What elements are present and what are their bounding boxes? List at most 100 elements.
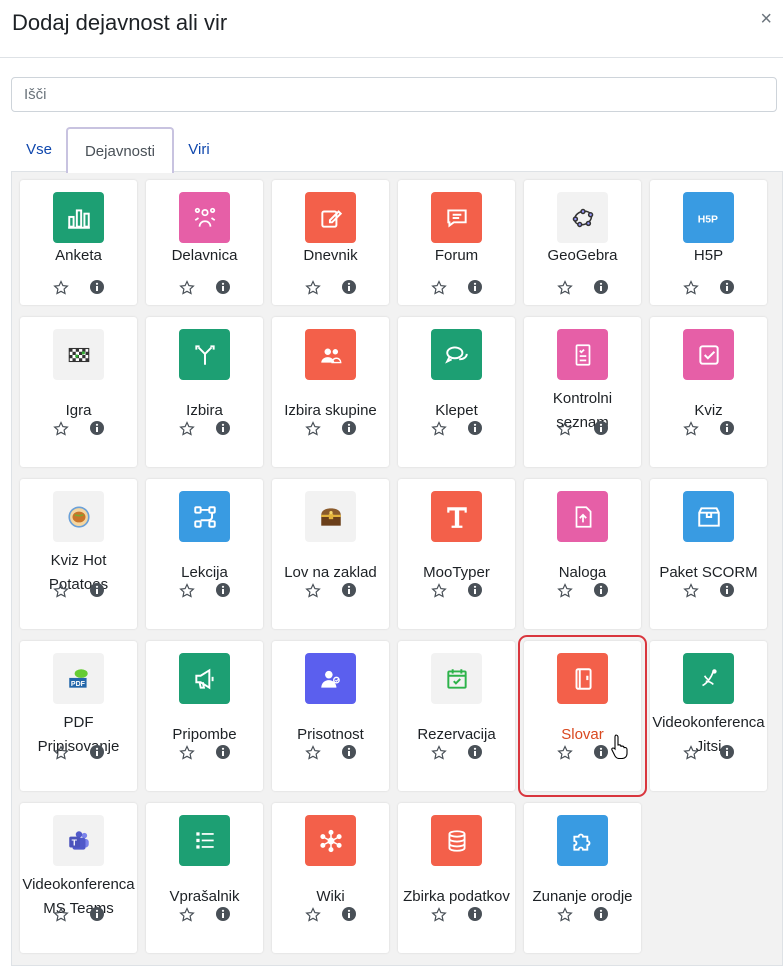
info-icon[interactable]	[593, 744, 609, 760]
tab-bar: Vse Dejavnosti Viri	[11, 127, 777, 173]
info-icon[interactable]	[341, 279, 357, 295]
info-icon[interactable]	[467, 906, 483, 922]
info-icon[interactable]	[215, 279, 231, 295]
module-card-delavnica[interactable]: Delavnica	[146, 180, 263, 305]
info-icon[interactable]	[89, 744, 105, 760]
hot-potatoes-icon	[53, 491, 104, 542]
info-icon[interactable]	[89, 582, 105, 598]
info-icon[interactable]	[215, 906, 231, 922]
star-icon[interactable]	[683, 745, 699, 761]
info-icon[interactable]	[89, 420, 105, 436]
module-card-dnevnik[interactable]: Dnevnik	[272, 180, 389, 305]
star-icon[interactable]	[179, 280, 195, 296]
star-icon[interactable]	[305, 280, 321, 296]
star-icon[interactable]	[305, 421, 321, 437]
star-icon[interactable]	[431, 745, 447, 761]
star-icon[interactable]	[53, 583, 69, 599]
module-card-zunanje-orodje[interactable]: Zunanje orodje	[524, 803, 641, 953]
module-card-naloga[interactable]: Naloga	[524, 479, 641, 629]
questionnaire-icon	[179, 815, 230, 866]
tab-all[interactable]: Vse	[15, 127, 63, 172]
star-icon[interactable]	[557, 907, 573, 923]
info-icon[interactable]	[719, 420, 735, 436]
module-card-videokonferenca-jitsi[interactable]: Videokonferenca Jitsi	[650, 641, 767, 791]
info-icon[interactable]	[467, 582, 483, 598]
info-icon[interactable]	[215, 744, 231, 760]
module-card-igra[interactable]: Igra	[20, 317, 137, 467]
module-card-pripombe[interactable]: Pripombe	[146, 641, 263, 791]
module-card-klepet[interactable]: Klepet	[398, 317, 515, 467]
info-icon[interactable]	[593, 906, 609, 922]
star-icon[interactable]	[305, 583, 321, 599]
module-card-rezervacija[interactable]: Rezervacija	[398, 641, 515, 791]
info-icon[interactable]	[467, 279, 483, 295]
info-icon[interactable]	[467, 744, 483, 760]
star-icon[interactable]	[53, 421, 69, 437]
info-icon[interactable]	[341, 420, 357, 436]
module-card-wiki[interactable]: Wiki	[272, 803, 389, 953]
module-card-paket-scorm[interactable]: Paket SCORM	[650, 479, 767, 629]
star-icon[interactable]	[683, 421, 699, 437]
module-card-prisotnost[interactable]: Prisotnost	[272, 641, 389, 791]
info-icon[interactable]	[593, 420, 609, 436]
star-icon[interactable]	[53, 745, 69, 761]
search-input[interactable]	[11, 77, 777, 112]
module-card-h5p[interactable]: H5P H5P	[650, 180, 767, 305]
info-icon[interactable]	[719, 582, 735, 598]
reservation-calendar-icon	[431, 653, 482, 704]
info-icon[interactable]	[341, 582, 357, 598]
info-icon[interactable]	[341, 906, 357, 922]
info-icon[interactable]	[593, 279, 609, 295]
info-icon[interactable]	[719, 744, 735, 760]
star-icon[interactable]	[179, 907, 195, 923]
module-card-pdf-pripisovanje[interactable]: PDF PDF Pripisovanje	[20, 641, 137, 791]
module-card-anketa[interactable]: Anketa	[20, 180, 137, 305]
info-icon[interactable]	[89, 906, 105, 922]
star-icon[interactable]	[557, 421, 573, 437]
star-icon[interactable]	[557, 280, 573, 296]
module-card-kviz[interactable]: Kviz	[650, 317, 767, 467]
info-icon[interactable]	[215, 582, 231, 598]
star-icon[interactable]	[179, 583, 195, 599]
treasure-chest-icon	[305, 491, 356, 542]
module-card-lov-na-zaklad[interactable]: Lov na zaklad	[272, 479, 389, 629]
module-card-vprasalnik[interactable]: Vprašalnik	[146, 803, 263, 953]
close-icon[interactable]: ×	[760, 8, 772, 31]
tab-resources[interactable]: Viri	[175, 127, 223, 172]
module-card-izbira-skupine[interactable]: Izbira skupine	[272, 317, 389, 467]
star-icon[interactable]	[683, 280, 699, 296]
info-icon[interactable]	[593, 582, 609, 598]
module-card-forum[interactable]: Forum	[398, 180, 515, 305]
star-icon[interactable]	[431, 421, 447, 437]
module-card-lekcija[interactable]: Lekcija	[146, 479, 263, 629]
star-icon[interactable]	[683, 583, 699, 599]
info-icon[interactable]	[341, 744, 357, 760]
module-card-slovar[interactable]: Slovar	[518, 635, 647, 797]
module-card-zbirka-podatkov[interactable]: Zbirka podatkov	[398, 803, 515, 953]
star-icon[interactable]	[431, 280, 447, 296]
star-icon[interactable]	[431, 907, 447, 923]
star-icon[interactable]	[53, 907, 69, 923]
star-icon[interactable]	[557, 745, 573, 761]
star-icon[interactable]	[305, 745, 321, 761]
tab-activities[interactable]: Dejavnosti	[66, 127, 174, 173]
info-icon[interactable]	[215, 420, 231, 436]
checklist-icon	[557, 329, 608, 380]
star-icon[interactable]	[179, 421, 195, 437]
star-icon[interactable]	[557, 583, 573, 599]
star-icon[interactable]	[179, 745, 195, 761]
info-icon[interactable]	[89, 279, 105, 295]
module-card-kviz-hot-potatoes[interactable]: Kviz Hot Potatoes	[20, 479, 137, 629]
module-card-izbira[interactable]: Izbira	[146, 317, 263, 467]
info-icon[interactable]	[467, 420, 483, 436]
module-card-mootyper[interactable]: MooTyper	[398, 479, 515, 629]
module-card-geogebra[interactable]: GeoGebra	[524, 180, 641, 305]
star-icon[interactable]	[305, 907, 321, 923]
module-card-videokonferenca-ms-teams[interactable]: T Videokonferenca MS Teams	[20, 803, 137, 953]
module-name: Izbira skupine	[284, 402, 377, 419]
module-card-kontrolni-seznam[interactable]: Kontrolni seznam	[524, 317, 641, 467]
attendance-icon	[305, 653, 356, 704]
star-icon[interactable]	[431, 583, 447, 599]
info-icon[interactable]	[719, 279, 735, 295]
star-icon[interactable]	[53, 280, 69, 296]
